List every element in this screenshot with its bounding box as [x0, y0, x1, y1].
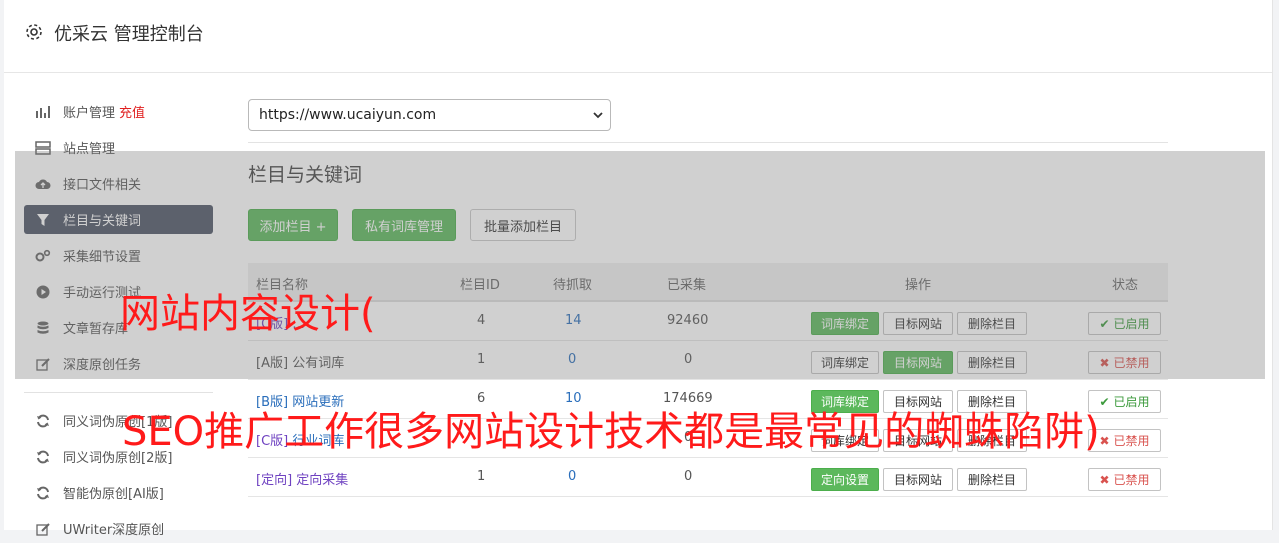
targeted-settings-button[interactable]: 定向设置: [811, 468, 879, 491]
status-button[interactable]: ✖ 已禁用: [1088, 468, 1161, 491]
page-title: 优采云 管理控制台: [54, 24, 204, 45]
close-icon: ✖: [1099, 433, 1110, 448]
pending-count[interactable]: 0: [568, 469, 576, 484]
gray-overlay: [15, 151, 1265, 379]
column-name-cell: [B版] 网站更新: [256, 395, 345, 410]
close-icon: ✖: [1099, 472, 1110, 487]
recharge-link[interactable]: 充值: [119, 102, 145, 121]
bar-chart-icon: [35, 104, 51, 120]
gear-icon: [26, 24, 42, 40]
sidebar-item-account[interactable]: 账户管理 充值: [24, 97, 213, 126]
divider: [248, 142, 1168, 143]
sidebar-item-ai-original[interactable]: 智能伪原创[AI版]: [24, 478, 213, 507]
target-site-button[interactable]: 目标网站: [883, 468, 953, 491]
column-id: 1: [477, 469, 486, 484]
page-header: 优采云 管理控制台: [4, 0, 1272, 73]
collected-count: 0: [684, 469, 693, 484]
table-row: [定向] 定向采集 1 0 0 定向设置 目标网站 删除栏目 ✖ 已禁用: [248, 458, 1168, 497]
collected-count: 174669: [663, 391, 713, 406]
site-select[interactable]: https://www.ucaiyun.com: [248, 99, 611, 131]
sidebar-item-label: 账户管理: [63, 106, 116, 121]
sidebar-item-label: 智能伪原创[AI版]: [63, 487, 164, 502]
column-name-link[interactable]: 定向采集: [296, 473, 348, 488]
site-select-value: https://www.ucaiyun.com: [259, 107, 437, 123]
pending-count[interactable]: 10: [565, 391, 582, 406]
watermark-line-2: SEO推广工作很多网站设计技术都是最常见的蜘蛛陷阱): [122, 409, 1100, 455]
sidebar-item-uwriter[interactable]: UWriter深度原创: [24, 514, 213, 543]
refresh-icon: [35, 413, 51, 429]
watermark-line-1: 网站内容设计(: [120, 291, 376, 337]
chevron-down-icon: [593, 112, 603, 119]
refresh-icon: [35, 485, 51, 501]
delete-column-button[interactable]: 删除栏目: [957, 468, 1027, 491]
sidebar-item-label: UWriter深度原创: [63, 523, 165, 538]
refresh-icon: [35, 449, 51, 465]
column-id: 6: [477, 391, 486, 406]
edit-icon: [35, 521, 51, 537]
column-name-cell: [定向] 定向采集: [256, 473, 349, 488]
column-name-link[interactable]: 网站更新: [292, 395, 344, 410]
sidebar-divider: [24, 392, 213, 393]
check-icon: ✔: [1099, 394, 1110, 409]
